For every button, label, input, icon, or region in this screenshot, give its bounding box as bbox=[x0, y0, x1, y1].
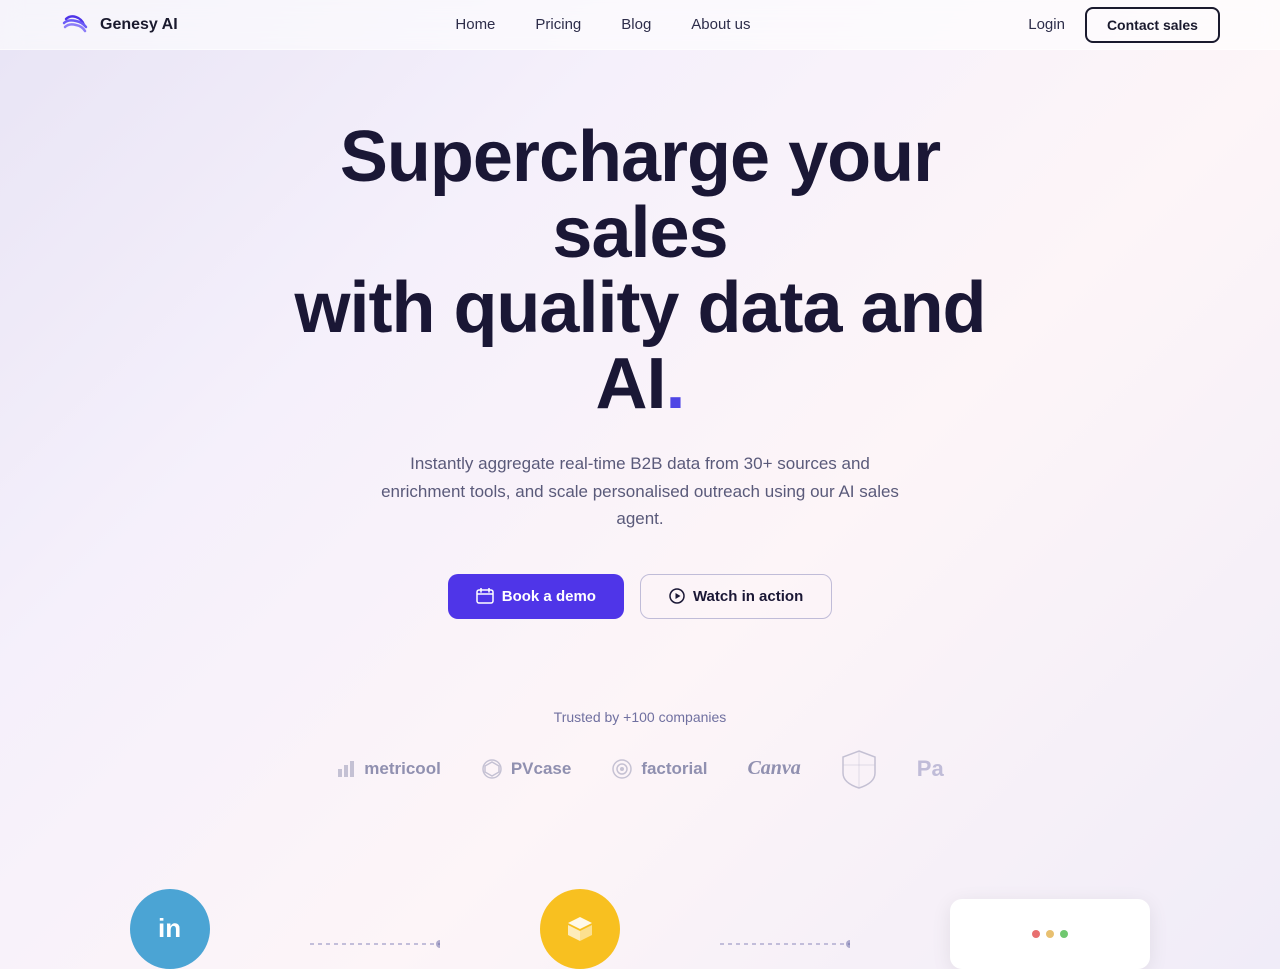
nav-item-home[interactable]: Home bbox=[455, 16, 495, 33]
airtable-circle bbox=[540, 889, 620, 969]
logo-text: Genesy AI bbox=[100, 16, 178, 34]
logo-fcb bbox=[841, 749, 877, 789]
bottom-section: in bbox=[0, 859, 1280, 969]
airtable-circle-group bbox=[540, 889, 620, 969]
book-demo-button[interactable]: Book a demo bbox=[448, 574, 624, 619]
dot-yellow bbox=[1046, 930, 1054, 938]
dotted-connector-1 bbox=[310, 939, 440, 949]
logo-pvcase: PVcase bbox=[481, 758, 572, 780]
watch-action-button[interactable]: Watch in action bbox=[640, 574, 832, 619]
factorial-icon bbox=[611, 758, 633, 780]
dot-row bbox=[1032, 930, 1068, 938]
linkedin-circle-group: in bbox=[130, 889, 210, 969]
svg-text:in: in bbox=[158, 913, 181, 943]
pvcase-icon bbox=[481, 758, 503, 780]
fcb-icon bbox=[841, 749, 877, 789]
dotted-connector-2 bbox=[720, 939, 850, 949]
linkedin-icon: in bbox=[152, 911, 188, 947]
logo-icon bbox=[60, 9, 92, 41]
login-link[interactable]: Login bbox=[1028, 16, 1065, 33]
navbar: Genesy AI Home Pricing Blog About us Log… bbox=[0, 0, 1280, 50]
canva-text: Canva bbox=[747, 757, 800, 780]
dot-red bbox=[1032, 930, 1040, 938]
logo-canva: Canva bbox=[747, 757, 800, 780]
calendar-icon bbox=[476, 588, 494, 604]
nav-links: Home Pricing Blog About us bbox=[455, 16, 750, 34]
logo-factorial: factorial bbox=[611, 758, 707, 780]
hero-buttons: Book a demo Watch in action bbox=[60, 574, 1220, 619]
nav-item-pricing[interactable]: Pricing bbox=[535, 16, 581, 33]
logo[interactable]: Genesy AI bbox=[60, 9, 178, 41]
metricool-icon bbox=[336, 759, 356, 779]
hero-subtitle: Instantly aggregate real-time B2B data f… bbox=[370, 450, 910, 532]
hero-section: Supercharge your sales with quality data… bbox=[0, 50, 1280, 859]
logos-row: metricool PVcase factorial bbox=[60, 749, 1220, 789]
logo-metricool: metricool bbox=[336, 759, 441, 779]
nav-item-blog[interactable]: Blog bbox=[621, 16, 651, 33]
trusted-section: Trusted by +100 companies metricool PVca… bbox=[60, 689, 1220, 819]
logo-pa: Pa bbox=[917, 756, 944, 782]
hero-title: Supercharge your sales with quality data… bbox=[250, 120, 1030, 422]
play-icon bbox=[669, 588, 685, 604]
trusted-label: Trusted by +100 companies bbox=[60, 709, 1220, 725]
nav-right: Login Contact sales bbox=[1028, 7, 1220, 43]
airtable-icon bbox=[562, 911, 598, 947]
nav-item-about[interactable]: About us bbox=[691, 16, 750, 33]
contact-sales-button[interactable]: Contact sales bbox=[1085, 7, 1220, 43]
dot-green bbox=[1060, 930, 1068, 938]
card-preview bbox=[950, 899, 1150, 969]
title-dot: . bbox=[665, 344, 684, 424]
linkedin-circle: in bbox=[130, 889, 210, 969]
